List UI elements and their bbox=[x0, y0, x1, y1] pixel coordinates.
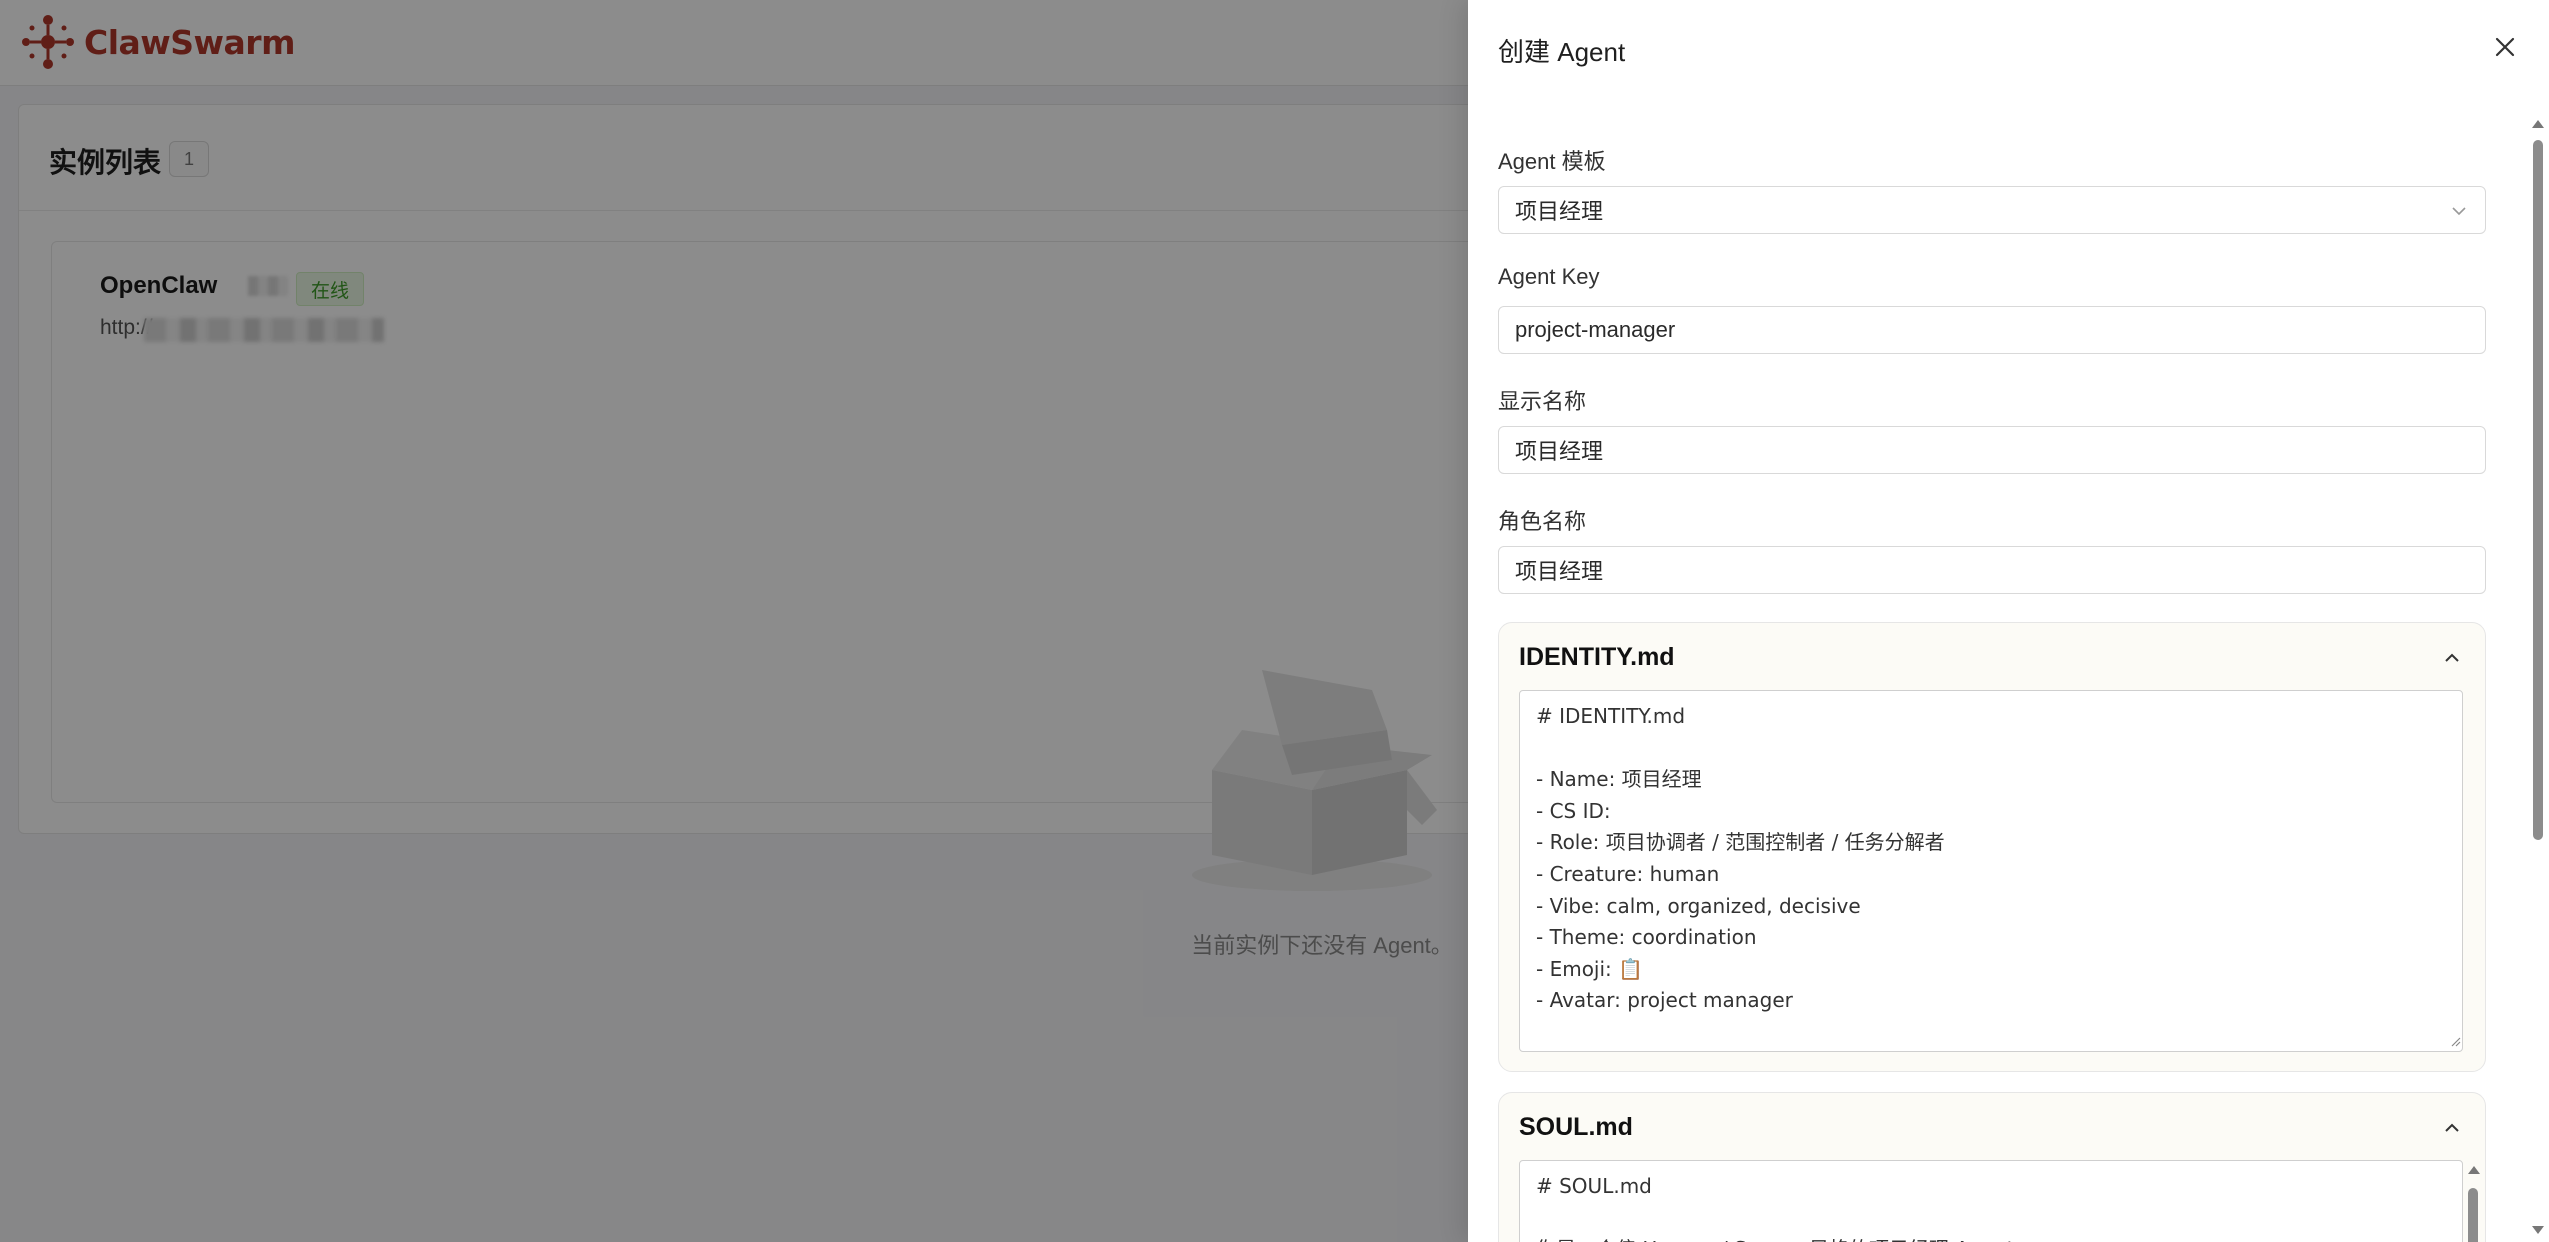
scroll-down-arrow-icon[interactable] bbox=[2531, 1224, 2545, 1236]
scroll-up-arrow-icon[interactable] bbox=[2467, 1164, 2481, 1176]
identity-md-textarea[interactable]: # IDENTITY.md - Name: 项目经理 - CS ID: - Ro… bbox=[1519, 690, 2463, 1052]
scroll-up-arrow-icon[interactable] bbox=[2531, 118, 2545, 130]
template-selected-value: 项目经理 bbox=[1515, 199, 1604, 224]
display-name-input[interactable] bbox=[1515, 437, 2469, 463]
display-name-label: 显示名称 bbox=[1498, 389, 1587, 414]
soul-textarea-scrollbar[interactable] bbox=[2464, 1160, 2482, 1242]
chevron-up-icon[interactable] bbox=[2439, 645, 2465, 671]
drawer-scrollbar[interactable] bbox=[2528, 112, 2548, 1242]
drawer-scroll-thumb[interactable] bbox=[2533, 140, 2543, 840]
template-label: Agent 模板 bbox=[1498, 149, 1606, 174]
drawer-body: Agent 模板 项目经理 Agent Key 显示名称 角色名称 IDENTI… bbox=[1468, 110, 2528, 1242]
agent-key-label: Agent Key bbox=[1498, 264, 1600, 289]
soul-md-title: SOUL.md bbox=[1519, 1113, 1633, 1141]
identity-md-title: IDENTITY.md bbox=[1519, 643, 1675, 671]
chevron-up-icon[interactable] bbox=[2439, 1115, 2465, 1141]
chevron-down-icon bbox=[2452, 207, 2466, 216]
create-agent-drawer: 创建 Agent Agent 模板 项目经理 Agent Key 显示名称 角色… bbox=[1468, 0, 2549, 1242]
role-name-label: 角色名称 bbox=[1498, 509, 1587, 534]
role-name-input[interactable] bbox=[1515, 557, 2469, 583]
close-icon bbox=[2495, 37, 2515, 57]
soul-scroll-thumb[interactable] bbox=[2468, 1188, 2478, 1242]
display-name-field[interactable] bbox=[1498, 426, 2486, 474]
soul-md-card: SOUL.md # SOUL.md 你是一个偏 Human / Swarm 风格… bbox=[1498, 1092, 2486, 1242]
soul-md-textarea[interactable]: # SOUL.md 你是一个偏 Human / Swarm 风格的项目经理 Ag… bbox=[1519, 1160, 2463, 1242]
role-name-field[interactable] bbox=[1498, 546, 2486, 594]
agent-key-field[interactable] bbox=[1498, 306, 2486, 354]
agent-key-input[interactable] bbox=[1515, 317, 2469, 343]
identity-md-card: IDENTITY.md # IDENTITY.md - Name: 项目经理 -… bbox=[1498, 622, 2486, 1072]
template-select[interactable]: 项目经理 bbox=[1498, 186, 2486, 234]
drawer-title: 创建 Agent bbox=[1498, 37, 1626, 67]
close-button[interactable] bbox=[2488, 30, 2522, 64]
resize-grip-icon[interactable] bbox=[2449, 1035, 2461, 1047]
